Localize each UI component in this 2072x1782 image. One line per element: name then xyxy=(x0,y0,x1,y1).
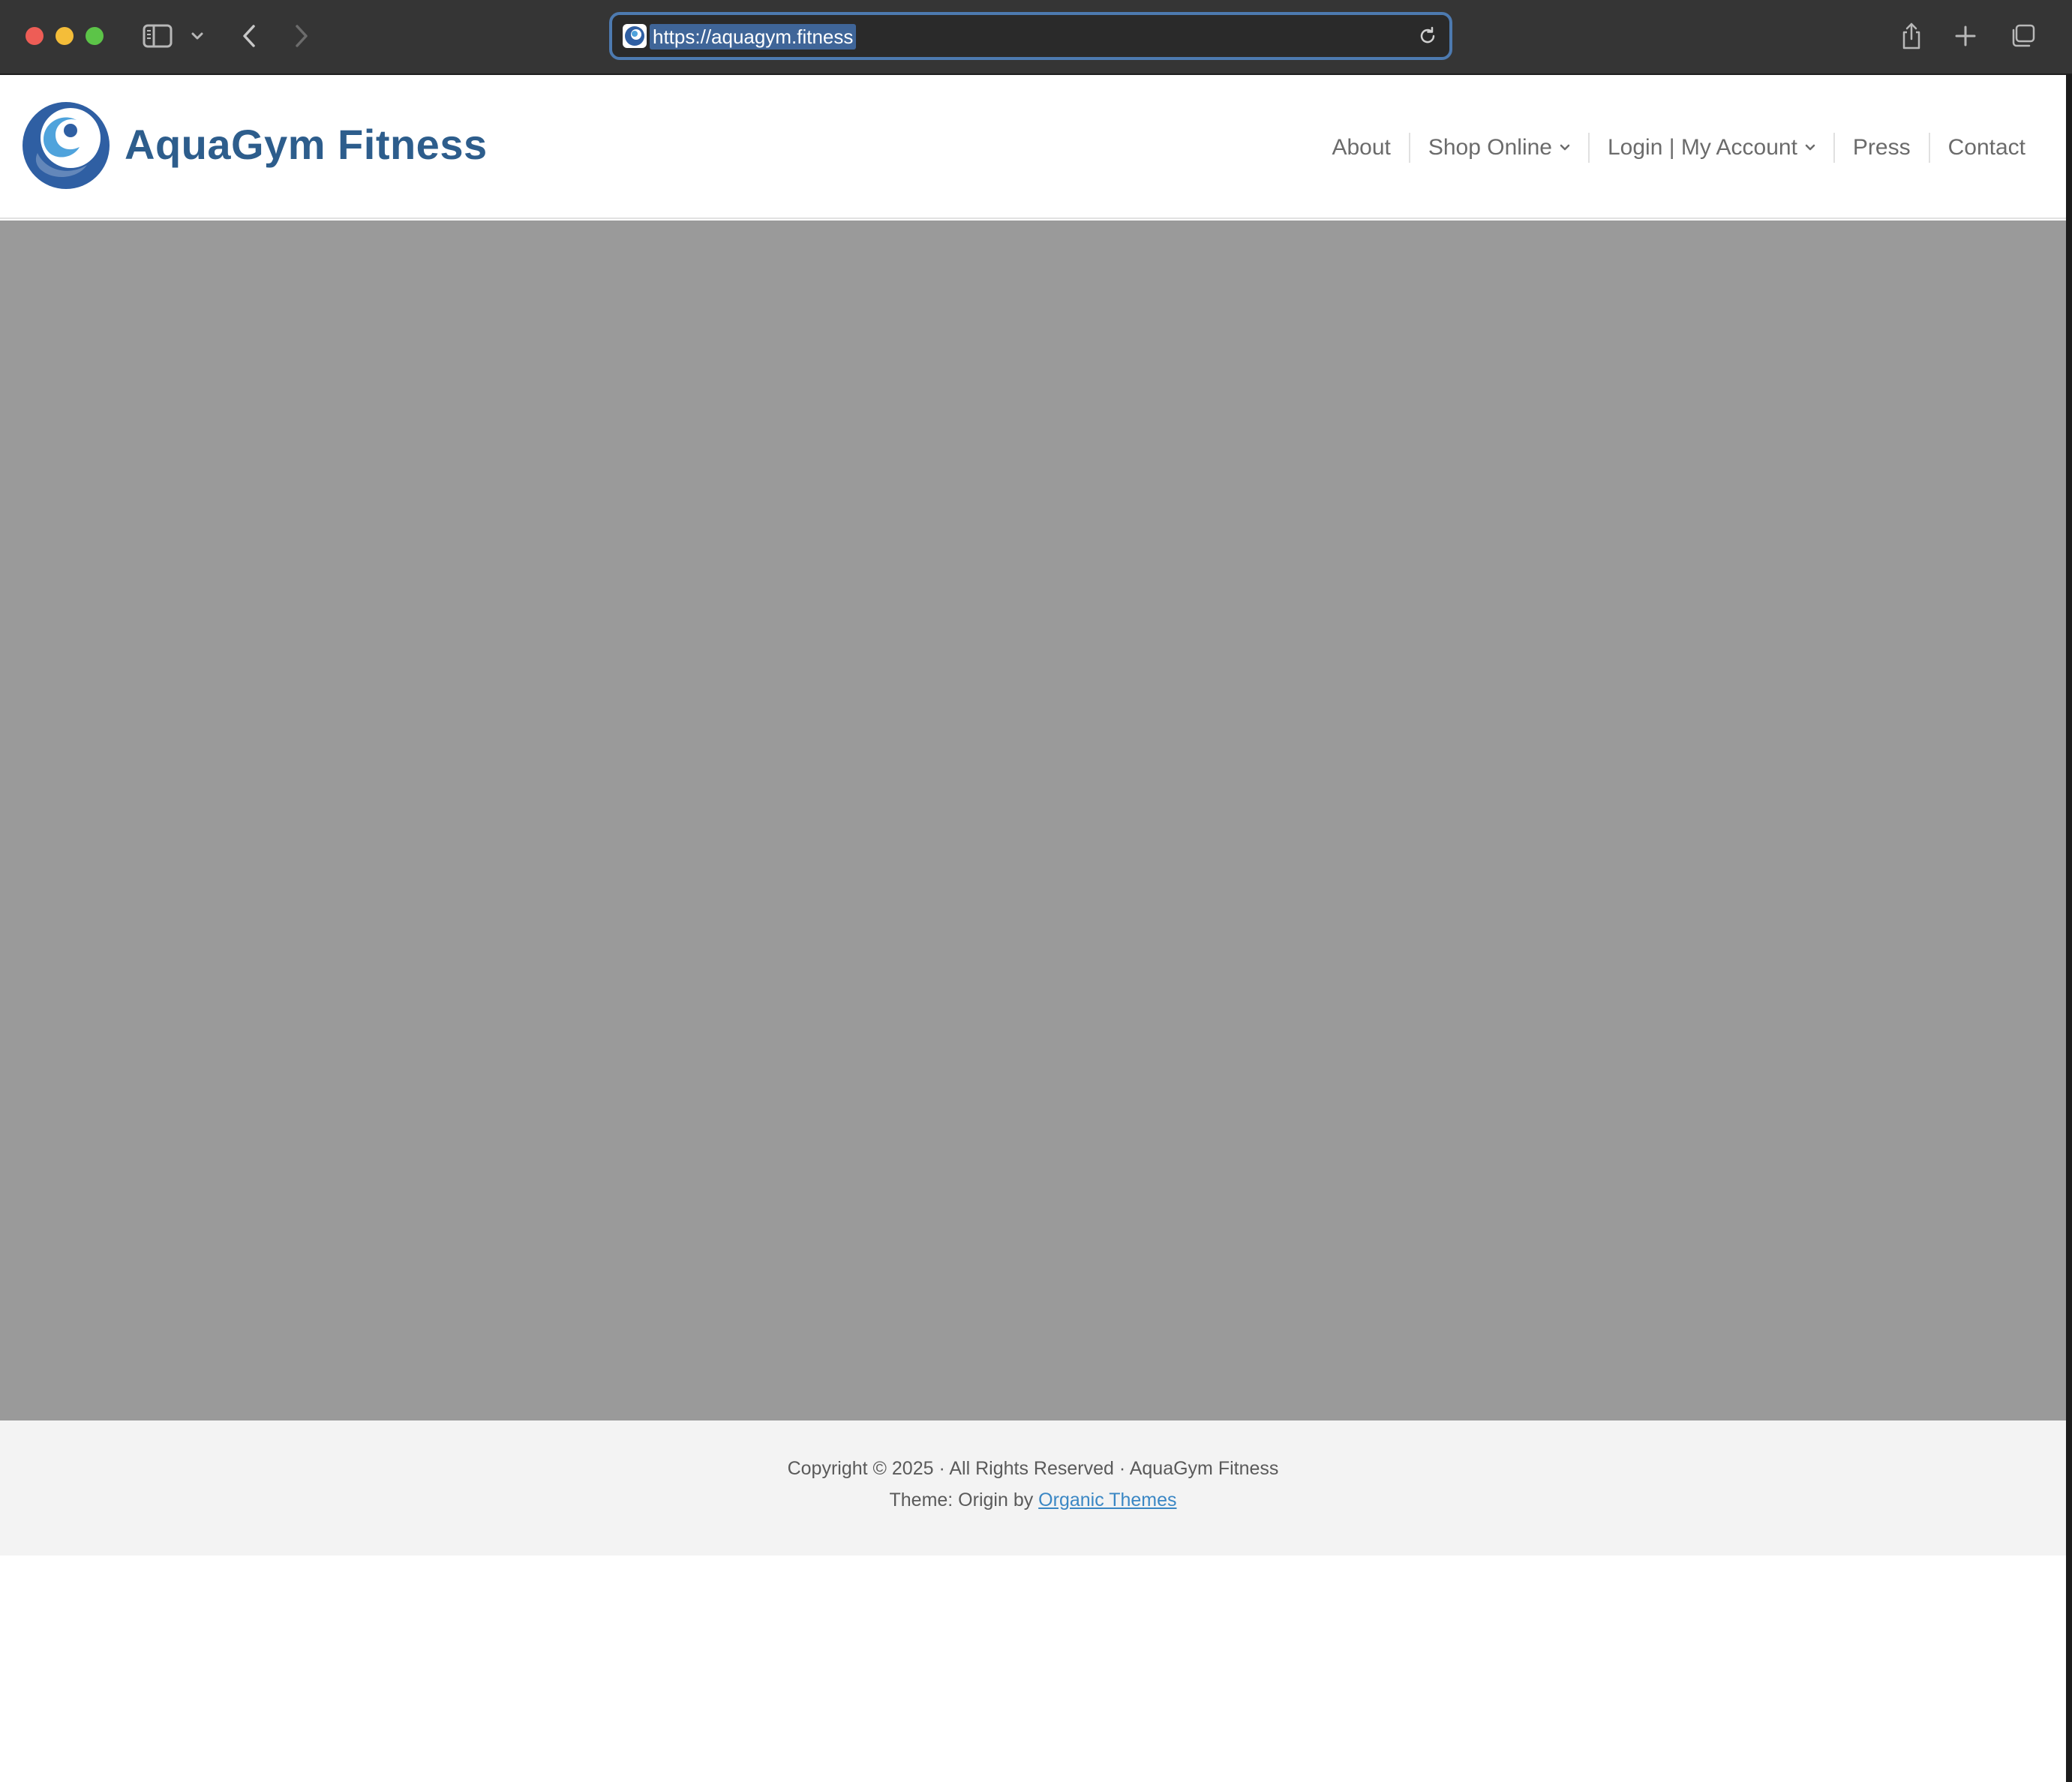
forward-button[interactable] xyxy=(288,16,315,56)
site-footer: Copyright © 2025 · All Rights Reserved ·… xyxy=(0,1420,2066,1556)
main-navigation: About Shop Online Login | My Account Pre… xyxy=(1314,129,2025,166)
copyright-text: Copyright © 2025 · All Rights Reserved ·… xyxy=(787,1458,1279,1479)
zoom-window-button[interactable] xyxy=(86,27,104,45)
site-title[interactable]: AquaGym Fitness xyxy=(125,120,488,169)
chevron-down-icon xyxy=(1560,144,1570,152)
close-window-button[interactable] xyxy=(26,27,44,45)
nav-item-contact[interactable]: Contact xyxy=(1928,133,2025,163)
tab-overview-icon xyxy=(2009,23,2036,49)
back-button[interactable] xyxy=(236,16,263,56)
page-bottom-area xyxy=(0,1556,2066,1782)
reload-button[interactable] xyxy=(1415,25,1440,50)
nav-item-label: About xyxy=(1332,135,1391,160)
nav-item-label: Contact xyxy=(1947,135,2025,160)
nav-item-label: Press xyxy=(1852,135,1911,160)
forward-arrow-icon xyxy=(293,24,310,48)
nav-item-label: Shop Online xyxy=(1428,135,1552,160)
chevron-down-icon xyxy=(191,32,204,40)
nav-item-login-account[interactable]: Login | My Account xyxy=(1587,133,1833,163)
nav-item-label: Login | My Account xyxy=(1607,135,1797,160)
nav-item-shop-online[interactable]: Shop Online xyxy=(1408,133,1588,163)
wave-logo-icon[interactable] xyxy=(21,100,111,190)
new-tab-button[interactable] xyxy=(1952,16,1979,56)
nav-item-about[interactable]: About xyxy=(1314,133,1408,163)
theme-credit: Theme: Origin by Organic Themes xyxy=(0,1490,2066,1511)
sidebar-toggle-button[interactable] xyxy=(140,16,176,56)
nav-item-press[interactable]: Press xyxy=(1833,133,1929,163)
organic-themes-link[interactable]: Organic Themes xyxy=(1038,1490,1176,1510)
hero-banner xyxy=(0,220,2066,1420)
reload-icon xyxy=(1417,26,1438,50)
tab-overview-button[interactable] xyxy=(2007,16,2037,56)
url-text[interactable]: https://aquagym.fitness xyxy=(650,24,857,50)
share-icon xyxy=(1900,22,1923,50)
share-button[interactable] xyxy=(1898,16,1925,56)
theme-credit-label: Theme: Origin by xyxy=(889,1490,1039,1510)
chevron-down-icon xyxy=(1805,144,1815,152)
sidebar-menu-button[interactable] xyxy=(188,16,207,56)
browser-toolbar: https://aquagym.fitness xyxy=(0,0,2072,75)
plus-icon xyxy=(1954,25,1977,47)
site-favicon xyxy=(623,24,647,48)
address-bar[interactable]: https://aquagym.fitness xyxy=(609,12,1452,60)
minimize-window-button[interactable] xyxy=(56,27,74,45)
back-arrow-icon xyxy=(241,24,257,48)
site-header: AquaGym Fitness About Shop Online Login … xyxy=(0,76,2066,219)
window-edge xyxy=(2066,75,2072,1782)
sidebar-icon xyxy=(143,24,173,48)
